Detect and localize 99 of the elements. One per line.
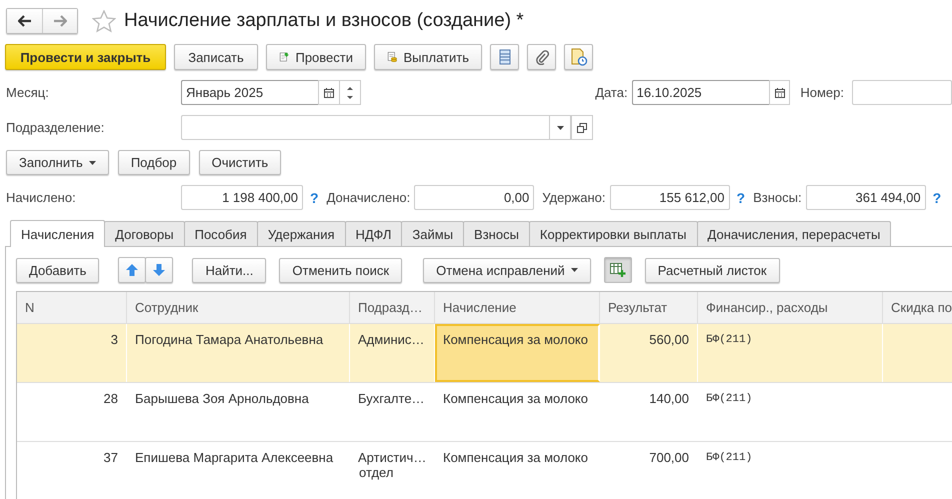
column-header[interactable]: Подразд… [350, 292, 435, 323]
move-down-button[interactable] [145, 257, 174, 283]
tab[interactable]: Взносы [463, 221, 530, 246]
report-button[interactable] [564, 44, 593, 70]
calendar-button[interactable] [768, 80, 790, 105]
amount-field: 0,00 [414, 185, 534, 210]
tab[interactable]: Начисления [10, 220, 106, 247]
amount-field: 1 198 400,00 [181, 185, 303, 210]
open-window-icon [577, 122, 587, 132]
date-field[interactable]: 16.10.2025 [632, 80, 769, 105]
table-cell: Барышева Зоя Арнольдовна [135, 391, 309, 406]
tab[interactable]: НДФЛ [344, 221, 402, 246]
list-button[interactable] [490, 44, 519, 70]
month-spinner[interactable] [340, 80, 362, 105]
table-cell: БФ(211) [706, 452, 752, 464]
calendar-button[interactable] [318, 80, 340, 105]
number-field[interactable] [852, 80, 952, 105]
caret-icon [570, 268, 578, 272]
help-link[interactable]: ? [310, 190, 319, 206]
table-cell: 28 [104, 391, 118, 406]
column-header[interactable]: N [17, 292, 127, 323]
toolbar-button[interactable]: Очистить [198, 150, 282, 175]
current-cell[interactable]: Компенсация за молоко [435, 324, 600, 382]
table-cell: Компенсация за молоко [443, 391, 588, 406]
move-up-button[interactable] [118, 257, 146, 283]
table-cell: Артистич… [358, 450, 426, 465]
up-arrow-icon [126, 264, 138, 276]
amount-field: 361 494,00 [806, 185, 926, 210]
table-cell: 700,00 [649, 450, 689, 465]
table-cell: 140,00 [649, 391, 689, 406]
table-cell: 3 [110, 332, 118, 347]
calendar-icon [774, 88, 785, 98]
field-label: Номер: [800, 85, 844, 100]
dropdown-button[interactable] [549, 115, 571, 140]
tab[interactable]: Пособия [184, 221, 258, 246]
column-header[interactable]: Скидка по [883, 292, 952, 323]
open-button[interactable] [571, 115, 593, 140]
save-button[interactable]: Записать [174, 44, 258, 70]
grid-toggle-button[interactable] [604, 257, 632, 283]
field-label: Начислено: [6, 190, 77, 205]
table-cell: БФ(211) [706, 393, 752, 405]
fill-dropdown-button[interactable]: Заполнить [6, 150, 109, 175]
document-clock-icon [570, 48, 588, 66]
back-button[interactable] [7, 9, 42, 33]
toolbar-button[interactable]: Подбор [118, 150, 190, 175]
department-field[interactable] [181, 115, 549, 140]
table-cell: Компенсация за молоко [443, 450, 588, 465]
field-label: Взносы: [753, 190, 802, 205]
tab[interactable]: Корректировки выплаты [528, 221, 698, 246]
field-label: Удержано: [542, 190, 606, 205]
column-header[interactable]: Начисление [435, 292, 600, 323]
post-and-close-button[interactable]: Провести и закрыть [5, 44, 166, 70]
add-button[interactable]: Добавить [16, 258, 100, 282]
tab[interactable]: Удержания [256, 221, 346, 246]
help-link[interactable]: ? [736, 190, 746, 206]
table-cell: Погодина Тамара Анатольевна [135, 332, 324, 347]
find-button[interactable]: Найти... [192, 258, 266, 282]
down-arrow-icon [153, 264, 166, 276]
field-label: Доначислено: [326, 190, 410, 205]
table-cell: БФ(211) [706, 334, 752, 346]
table-cell: Епишева Маргарита Алексеевна [135, 450, 334, 465]
payslip-button[interactable]: Расчетный листок [644, 258, 780, 282]
tab[interactable]: Займы [401, 221, 464, 246]
table-row[interactable]: 3 Погодина Тамара Анатольевна Админис… Компенсация за молоко 560,00 БФ(211) [17, 324, 952, 383]
caret-icon [88, 160, 96, 164]
table-cell: Компенсация за молоко [443, 332, 588, 347]
post-button[interactable]: Провести [266, 44, 366, 70]
table-plus-icon [610, 263, 626, 277]
field-label: Подразделение: [6, 120, 106, 135]
back-arrow-icon [18, 15, 32, 27]
tab[interactable]: Доначисления, перерасчеты [696, 221, 892, 246]
current-cell[interactable]: Компенсация за молоко [435, 383, 600, 441]
cancel-search-button[interactable]: Отменить поиск [279, 258, 402, 282]
table-cell: Бухгалте… [358, 391, 425, 406]
current-cell[interactable]: Компенсация за молоко [435, 442, 600, 499]
column-header[interactable]: Сотрудник [127, 292, 350, 323]
tab[interactable]: Договоры [104, 221, 185, 246]
field-label: Месяц: [6, 85, 50, 100]
table-cell: 560,00 [649, 332, 689, 347]
spinner-arrows-icon [346, 84, 353, 100]
table-cell: отдел [358, 465, 394, 480]
field-label: Дата: [595, 85, 628, 100]
list-icon [498, 49, 510, 65]
table-cell: 37 [104, 450, 118, 465]
caret-icon [556, 126, 564, 130]
column-header[interactable]: Результат [600, 292, 698, 323]
help-link[interactable]: ? [932, 190, 942, 206]
calendar-icon [324, 88, 334, 98]
pay-button[interactable]: Выплатить [374, 44, 482, 70]
paperclip-icon [534, 49, 548, 65]
star-icon[interactable] [92, 10, 116, 32]
table-cell: Админис… [358, 332, 424, 347]
window-title: Начисление зарплаты и взносов (создание) * [124, 10, 524, 32]
month-field[interactable]: Январь 2025 [181, 80, 318, 105]
undo-fixes-dropdown[interactable]: Отмена исправлений [423, 258, 591, 282]
forward-arrow-icon [53, 15, 67, 27]
attach-button[interactable] [527, 44, 556, 70]
column-header[interactable]: Финансир., расходы [698, 292, 883, 323]
amount-field: 155 612,00 [610, 185, 730, 210]
